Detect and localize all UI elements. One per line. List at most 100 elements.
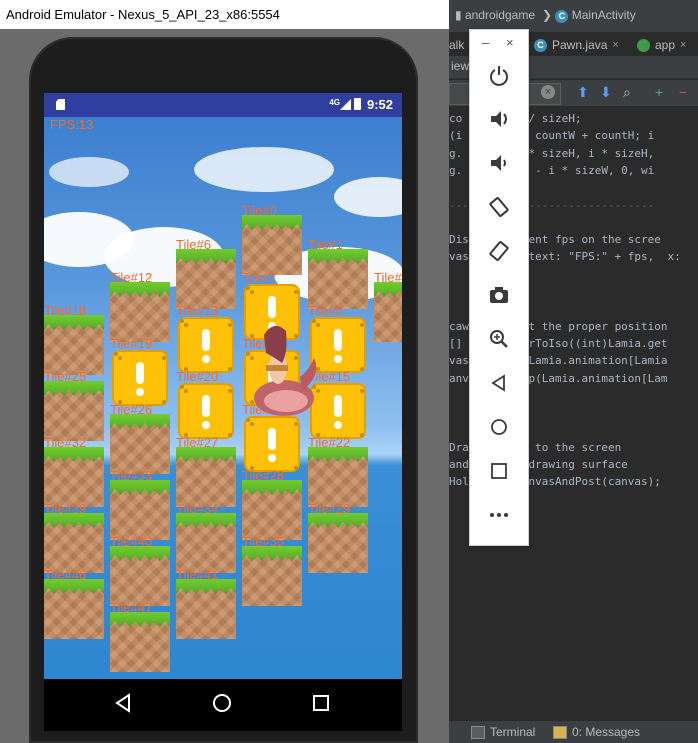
close-icon[interactable]: × bbox=[612, 39, 618, 51]
tile-label: Tile#34 bbox=[176, 501, 219, 516]
arrow-up-icon[interactable]: ⬆ bbox=[577, 84, 589, 101]
grass-tile bbox=[110, 546, 170, 606]
back-button[interactable] bbox=[484, 368, 514, 398]
tile-label: Tile#20 bbox=[176, 369, 219, 384]
tile-label: Tile#28 bbox=[242, 468, 285, 483]
game-canvas[interactable]: FPS:13 Tile#0 Tile#6 Tile#1 Tile#12 Tile#7 Ti… bbox=[44, 117, 402, 679]
rotate-left-icon bbox=[489, 197, 509, 217]
power-icon bbox=[490, 66, 508, 86]
battery-icon bbox=[354, 98, 361, 110]
grass-tile bbox=[242, 480, 302, 540]
messages-tab[interactable]: 0: Messages bbox=[553, 725, 640, 739]
grass-tile bbox=[308, 447, 368, 507]
question-block bbox=[110, 348, 170, 408]
back-icon[interactable] bbox=[114, 693, 132, 713]
minimize-button[interactable]: – bbox=[482, 35, 489, 50]
volume-down-button[interactable] bbox=[484, 148, 514, 178]
grass-tile bbox=[110, 612, 170, 672]
terminal-tab[interactable]: Terminal bbox=[471, 725, 535, 739]
tile-label: Tile#39 bbox=[44, 501, 87, 516]
tile-label: Tile#41 bbox=[176, 567, 219, 582]
rotate-right-button[interactable] bbox=[484, 236, 514, 266]
messages-label: 0: Messages bbox=[572, 725, 641, 739]
tile-label: Tile#13 bbox=[176, 303, 219, 318]
fps-counter: FPS:13 bbox=[50, 117, 94, 132]
find-icon[interactable]: ⌕ bbox=[623, 84, 631, 101]
tab-partial-label: alk bbox=[449, 38, 465, 52]
add-occurrence-icon[interactable]: + bbox=[655, 84, 663, 100]
cloud bbox=[194, 147, 334, 192]
camera-icon bbox=[490, 287, 508, 303]
breadcrumb-project[interactable]: ▮ androidgame bbox=[455, 8, 535, 22]
remove-occurrence-icon[interactable]: − bbox=[679, 84, 687, 100]
overview-button[interactable] bbox=[484, 456, 514, 486]
grass-tile bbox=[44, 381, 104, 441]
tile-label: Tile#33 bbox=[110, 468, 153, 483]
grass-tile bbox=[44, 579, 104, 639]
tile-label: Tile#35 bbox=[242, 534, 285, 549]
close-button[interactable]: × bbox=[506, 35, 514, 50]
rotate-right-icon bbox=[489, 241, 509, 261]
grass-tile bbox=[176, 249, 236, 309]
tile-label: Tile#22 bbox=[308, 435, 351, 450]
rotate-left-button[interactable] bbox=[484, 192, 514, 222]
tile-label: Tile#25 bbox=[44, 369, 87, 384]
overview-icon[interactable] bbox=[312, 693, 330, 713]
android-nav-bar bbox=[44, 679, 402, 731]
folder-icon: ▮ bbox=[455, 8, 462, 22]
question-block bbox=[176, 381, 236, 441]
emulator-title: Android Emulator - Nexus_5_API_23_x86:55… bbox=[6, 7, 280, 22]
grass-tile bbox=[242, 215, 302, 275]
emulator-titlebar[interactable]: Android Emulator - Nexus_5_API_23_x86:55… bbox=[0, 0, 449, 29]
terminal-label: Terminal bbox=[490, 725, 536, 739]
grass-tile bbox=[110, 282, 170, 342]
power-button[interactable] bbox=[484, 60, 514, 90]
home-icon[interactable] bbox=[212, 693, 232, 713]
grass-tile bbox=[44, 447, 104, 507]
volume-up-button[interactable] bbox=[484, 104, 514, 134]
tile-label: Tile#47 bbox=[110, 600, 153, 615]
question-block bbox=[242, 414, 302, 474]
tab-pawn[interactable]: C Pawn.java × bbox=[534, 35, 619, 55]
tab-pawn-label: Pawn.java bbox=[552, 38, 608, 52]
cloud bbox=[49, 157, 129, 187]
grass-tile bbox=[110, 414, 170, 474]
tile-label: Tile#7 bbox=[242, 270, 277, 285]
screenshot-button[interactable] bbox=[484, 280, 514, 310]
tile-label: Tile#12 bbox=[110, 270, 153, 285]
more-button[interactable] bbox=[484, 500, 514, 530]
home-icon bbox=[491, 419, 507, 435]
tile-label: Tile#0 bbox=[242, 203, 277, 218]
subbar-partial-label: iew bbox=[451, 59, 470, 73]
lamia-character bbox=[254, 325, 317, 416]
question-block bbox=[176, 315, 236, 375]
home-button[interactable] bbox=[484, 412, 514, 442]
arrow-down-icon[interactable]: ⬇ bbox=[600, 84, 612, 101]
overview-icon bbox=[491, 463, 507, 479]
grass-tile bbox=[176, 513, 236, 573]
grass-tile bbox=[110, 480, 170, 540]
more-icon bbox=[490, 513, 508, 517]
emulator-window: Android Emulator - Nexus_5_API_23_x86:55… bbox=[0, 0, 449, 743]
tab-app[interactable]: app × bbox=[637, 35, 686, 55]
terminal-icon bbox=[471, 725, 485, 739]
back-icon bbox=[491, 374, 505, 392]
device-screen[interactable]: 4G 9:52 FPS:13 Tile#0 Tile#6 Tile#1 Tile#12… bbox=[44, 93, 402, 731]
tile-label: Tile#40 bbox=[110, 534, 153, 549]
class-icon: C bbox=[534, 38, 547, 52]
close-icon[interactable]: × bbox=[680, 39, 686, 51]
tab-partial[interactable]: alk bbox=[449, 35, 464, 55]
status-time: 9:52 bbox=[366, 97, 393, 112]
clear-search-icon[interactable]: × bbox=[541, 85, 555, 99]
breadcrumb-class[interactable]: ❯ C MainActivity bbox=[542, 8, 636, 23]
zoom-icon bbox=[490, 330, 508, 348]
emulator-toolbar: – × bbox=[469, 29, 529, 546]
tile-label: Tile#2 bbox=[374, 270, 402, 285]
ide-tool-window-bar: Terminal 0: Messages bbox=[449, 720, 698, 743]
tile-label: Tile#1 bbox=[308, 237, 343, 252]
chevron-right-icon: ❯ bbox=[542, 8, 553, 22]
cloud bbox=[334, 177, 402, 217]
zoom-button[interactable] bbox=[484, 324, 514, 354]
breadcrumb-project-label: androidgame bbox=[464, 8, 536, 22]
tile-label: Tile#6 bbox=[176, 237, 211, 252]
